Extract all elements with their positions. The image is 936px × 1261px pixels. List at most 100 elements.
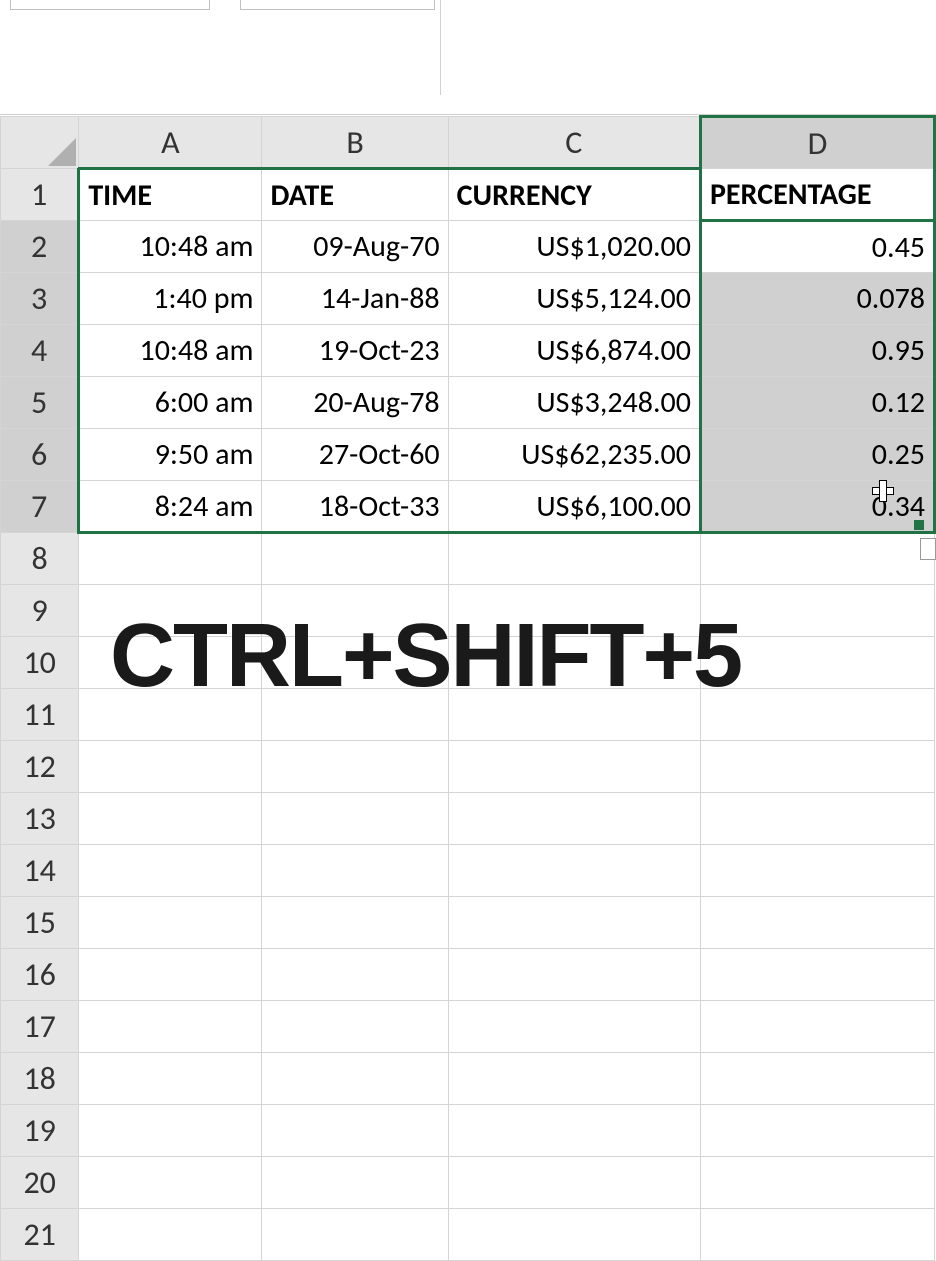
cell-b21[interactable] [262, 1209, 448, 1261]
cell-c15[interactable] [448, 897, 700, 949]
cell-d14[interactable] [700, 845, 934, 897]
cell-a21[interactable] [79, 1209, 262, 1261]
row-header-14[interactable]: 14 [1, 845, 79, 897]
row-header-18[interactable]: 18 [1, 1053, 79, 1105]
row-header-15[interactable]: 15 [1, 897, 79, 949]
cell-c17[interactable] [448, 1001, 700, 1053]
cell-a13[interactable] [79, 793, 262, 845]
cell-b15[interactable] [262, 897, 448, 949]
cell-c7[interactable]: US$6,100.00 [448, 481, 700, 533]
cell-d13[interactable] [700, 793, 934, 845]
row-header-4[interactable]: 4 [1, 325, 79, 377]
cell-c21[interactable] [448, 1209, 700, 1261]
column-header-d[interactable]: D [700, 117, 934, 169]
cell-a2[interactable]: 10:48 am [79, 221, 262, 273]
autofill-options-button[interactable] [920, 538, 936, 560]
cell-d5[interactable]: 0.12 [700, 377, 934, 429]
cell-b1[interactable]: DATE [262, 169, 448, 221]
cell-c1[interactable]: CURRENCY [448, 169, 700, 221]
row-header-10[interactable]: 10 [1, 637, 79, 689]
cell-a7[interactable]: 8:24 am [79, 481, 262, 533]
cell-b2[interactable]: 09-Aug-70 [262, 221, 448, 273]
row-header-21[interactable]: 21 [1, 1209, 79, 1261]
cell-a8[interactable] [79, 533, 262, 585]
row-header-5[interactable]: 5 [1, 377, 79, 429]
cell-b18[interactable] [262, 1053, 448, 1105]
cell-b3[interactable]: 14-Jan-88 [262, 273, 448, 325]
cell-d1[interactable]: PERCENTAGE [700, 169, 934, 221]
cell-c16[interactable] [448, 949, 700, 1001]
cell-b4[interactable]: 19-Oct-23 [262, 325, 448, 377]
row-header-3[interactable]: 3 [1, 273, 79, 325]
cell-c14[interactable] [448, 845, 700, 897]
cell-b16[interactable] [262, 949, 448, 1001]
row-header-1[interactable]: 1 [1, 169, 79, 221]
cell-a15[interactable] [79, 897, 262, 949]
cell-a14[interactable] [79, 845, 262, 897]
cell-b5[interactable]: 20-Aug-78 [262, 377, 448, 429]
cell-a19[interactable] [79, 1105, 262, 1157]
row-header-8[interactable]: 8 [1, 533, 79, 585]
column-header-c[interactable]: C [448, 117, 700, 169]
cell-b6[interactable]: 27-Oct-60 [262, 429, 448, 481]
ribbon-control-2[interactable] [240, 0, 435, 10]
cell-c13[interactable] [448, 793, 700, 845]
row-header-2[interactable]: 2 [1, 221, 79, 273]
row-header-16[interactable]: 16 [1, 949, 79, 1001]
row-header-19[interactable]: 19 [1, 1105, 79, 1157]
cell-a16[interactable] [79, 949, 262, 1001]
row-header-13[interactable]: 13 [1, 793, 79, 845]
cell-a20[interactable] [79, 1157, 262, 1209]
cell-a18[interactable] [79, 1053, 262, 1105]
cell-b13[interactable] [262, 793, 448, 845]
cell-d15[interactable] [700, 897, 934, 949]
cell-c8[interactable] [448, 533, 700, 585]
cell-c19[interactable] [448, 1105, 700, 1157]
cell-a3[interactable]: 1:40 pm [79, 273, 262, 325]
row-header-17[interactable]: 17 [1, 1001, 79, 1053]
select-all-corner[interactable] [1, 117, 79, 169]
cell-a12[interactable] [79, 741, 262, 793]
cell-c5[interactable]: US$3,248.00 [448, 377, 700, 429]
cell-b19[interactable] [262, 1105, 448, 1157]
cell-d7[interactable]: 0.34 [700, 481, 934, 533]
cell-d20[interactable] [700, 1157, 934, 1209]
cell-b8[interactable] [262, 533, 448, 585]
cell-b14[interactable] [262, 845, 448, 897]
row-header-6[interactable]: 6 [1, 429, 79, 481]
cell-d3[interactable]: 0.078 [700, 273, 934, 325]
cell-d21[interactable] [700, 1209, 934, 1261]
cell-a5[interactable]: 6:00 am [79, 377, 262, 429]
cell-a4[interactable]: 10:48 am [79, 325, 262, 377]
cell-c2[interactable]: US$1,020.00 [448, 221, 700, 273]
cell-a17[interactable] [79, 1001, 262, 1053]
row-header-11[interactable]: 11 [1, 689, 79, 741]
ribbon-control-1[interactable] [10, 0, 210, 10]
cell-d8[interactable] [700, 533, 934, 585]
cell-d6[interactable]: 0.25 [700, 429, 934, 481]
cell-d18[interactable] [700, 1053, 934, 1105]
cell-b20[interactable] [262, 1157, 448, 1209]
cell-c18[interactable] [448, 1053, 700, 1105]
row-header-9[interactable]: 9 [1, 585, 79, 637]
cell-d16[interactable] [700, 949, 934, 1001]
cell-b7[interactable]: 18-Oct-33 [262, 481, 448, 533]
cell-d12[interactable] [700, 741, 934, 793]
cell-b17[interactable] [262, 1001, 448, 1053]
cell-d4[interactable]: 0.95 [700, 325, 934, 377]
column-header-a[interactable]: A [79, 117, 262, 169]
column-header-b[interactable]: B [262, 117, 448, 169]
row-header-7[interactable]: 7 [1, 481, 79, 533]
cell-d2[interactable]: 0.45 [700, 221, 934, 273]
cell-c4[interactable]: US$6,874.00 [448, 325, 700, 377]
cell-b12[interactable] [262, 741, 448, 793]
row-header-12[interactable]: 12 [1, 741, 79, 793]
cell-a6[interactable]: 9:50 am [79, 429, 262, 481]
row-header-20[interactable]: 20 [1, 1157, 79, 1209]
cell-d17[interactable] [700, 1001, 934, 1053]
cell-a1[interactable]: TIME [79, 169, 262, 221]
cell-d19[interactable] [700, 1105, 934, 1157]
fill-handle[interactable] [914, 520, 924, 530]
cell-c3[interactable]: US$5,124.00 [448, 273, 700, 325]
cell-c20[interactable] [448, 1157, 700, 1209]
